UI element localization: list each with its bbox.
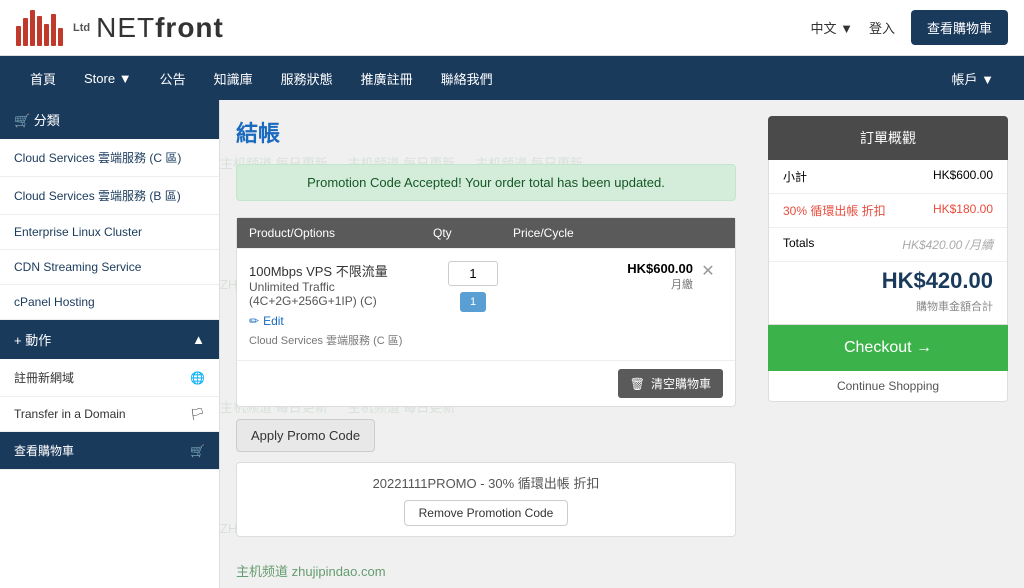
language-button[interactable]: 中文 ▼: [810, 18, 852, 37]
col-product: Product/Options: [249, 226, 433, 240]
globe-icon: 🌐: [190, 371, 205, 385]
discount-label: 30% 循環出帳 折扣: [783, 202, 886, 219]
nav-service-status[interactable]: 服務狀態: [267, 57, 347, 100]
page-title: 結帳: [236, 116, 736, 148]
sidebar-item-cdn[interactable]: CDN Streaming Service: [0, 250, 219, 285]
sidebar-category-header: 🛒 分類: [0, 100, 219, 139]
content-and-summary: 結帳 Promotion Code Accepted! Your order t…: [220, 100, 1024, 553]
col-price: Price/Cycle: [513, 226, 693, 240]
sidebar-view-cart[interactable]: 查看購物車 🛒: [0, 432, 219, 470]
trash-icon: 🗑: [630, 377, 645, 391]
content-wrapper: 主机频道 每日更新主机频道 每日更新主机频道 每日更新 ZHUJIPINDAO.…: [220, 100, 1024, 588]
cart-icon: 🛒: [190, 444, 205, 458]
price-cycle: 月繳: [671, 279, 693, 291]
sidebar-item-cloud-c[interactable]: Cloud Services 雲端服務 (C 區): [0, 139, 219, 177]
sidebar-transfer-domain[interactable]: Transfer in a Domain 🏳: [0, 397, 219, 432]
logo-text: NETfront: [96, 12, 224, 44]
register-domain-label: 註冊新網域: [14, 369, 74, 386]
logo-icon: [16, 10, 63, 46]
clear-cart-button[interactable]: 🗑 清空購物車: [618, 369, 723, 398]
order-summary: 訂單概觀 小計 HK$600.00 30% 循環出帳 折扣 HK$180.00 …: [768, 116, 1008, 537]
nav-account[interactable]: 帳戶 ▼: [938, 57, 1008, 100]
logo-bar: [30, 10, 35, 46]
order-table-header: Product/Options Qty Price/Cycle: [237, 218, 735, 248]
discount-value: HK$180.00: [933, 202, 993, 219]
remove-item-button[interactable]: ✕: [693, 261, 723, 281]
pencil-icon: ✏: [249, 314, 259, 328]
footer-text: 主机频道 zhujipindao.com: [236, 564, 386, 579]
main-content: 結帳 Promotion Code Accepted! Your order t…: [236, 116, 736, 537]
nav-announcements[interactable]: 公告: [146, 57, 200, 100]
price-area: HK$600.00 月繳: [513, 261, 693, 292]
product-sub2: (4C+2G+256G+1IP) (C): [249, 294, 433, 308]
totals-value: HK$420.00 /月續: [902, 236, 993, 253]
summary-header: 訂單概觀: [768, 116, 1008, 160]
logo-bar: [58, 28, 63, 46]
sidebar-actions-header: + 動作 ▲: [0, 320, 219, 359]
promo-applied-banner: 20221111PROMO - 30% 循環出帳 折扣 Remove Promo…: [236, 462, 736, 537]
summary-body: 小計 HK$600.00 30% 循環出帳 折扣 HK$180.00 Total…: [768, 160, 1008, 325]
price-value: HK$600.00: [627, 261, 693, 276]
footer-watermark: 主机频道 zhujipindao.com: [220, 553, 1024, 588]
totals-label: Totals: [783, 236, 814, 253]
product-sub1: Unlimited Traffic: [249, 280, 433, 294]
subtotal-label: 小計: [783, 168, 807, 185]
total-price: HK$420.00: [769, 262, 1007, 298]
sidebar-item-enterprise[interactable]: Enterprise Linux Cluster: [0, 215, 219, 250]
edit-label: Edit: [263, 314, 284, 328]
sidebar: 🛒 分類 Cloud Services 雲端服務 (C 區) Cloud Ser…: [0, 100, 220, 588]
nav-contact[interactable]: 聯絡我們: [427, 57, 507, 100]
apply-promo-button[interactable]: Apply Promo Code: [236, 419, 375, 452]
header: Ltd NETfront 中文 ▼ 登入 查看購物車: [0, 0, 1024, 56]
edit-link[interactable]: ✏ Edit: [249, 314, 433, 328]
summary-discount-row: 30% 循環出帳 折扣 HK$180.00: [769, 194, 1007, 228]
col-qty: Qty: [433, 226, 513, 240]
order-table: Product/Options Qty Price/Cycle 100Mbps …: [236, 217, 736, 407]
nav-store[interactable]: Store ▼: [70, 59, 146, 98]
cart-total-label: 購物車金額合計: [769, 298, 1007, 324]
actions-chevron: ▲: [192, 332, 205, 347]
actions-label: + 動作: [14, 330, 51, 349]
summary-totals-row: Totals HK$420.00 /月續: [769, 228, 1007, 262]
qty-input[interactable]: [448, 261, 498, 286]
logo-bar: [44, 24, 49, 46]
product-details: 100Mbps VPS 不限流量 Unlimited Traffic (4C+2…: [249, 261, 433, 348]
view-cart-label: 查看購物車: [14, 442, 74, 459]
sidebar-item-cloud-b[interactable]: Cloud Services 雲端服務 (B 區): [0, 177, 219, 215]
col-remove: [693, 226, 723, 240]
nav-promotions[interactable]: 推廣註冊: [347, 57, 427, 100]
flag-icon: 🏳: [190, 407, 205, 421]
checkout-button[interactable]: Checkout →: [768, 325, 1008, 371]
qty-area: 1: [433, 261, 513, 312]
summary-subtotal-row: 小計 HK$600.00: [769, 160, 1007, 194]
nav-home[interactable]: 首頁: [16, 57, 70, 100]
logo-bar: [16, 26, 21, 46]
logo-bar: [23, 18, 28, 46]
main-container: 🛒 分類 Cloud Services 雲端服務 (C 區) Cloud Ser…: [0, 100, 1024, 588]
navbar: 首頁 Store ▼ 公告 知識庫 服務狀態 推廣註冊 聯絡我們 帳戶 ▼: [0, 56, 1024, 100]
promo-code-text: 20221111PROMO - 30% 循環出帳 折扣: [373, 476, 600, 491]
transfer-domain-label: Transfer in a Domain: [14, 407, 126, 421]
promo-section: Apply Promo Code 20221111PROMO - 30% 循環出…: [236, 419, 736, 537]
logo-bar: [37, 16, 42, 46]
sidebar-item-cpanel[interactable]: cPanel Hosting: [0, 285, 219, 320]
product-name: 100Mbps VPS 不限流量: [249, 261, 433, 280]
sidebar-register-domain[interactable]: 註冊新網域 🌐: [0, 359, 219, 397]
remove-promo-button[interactable]: Remove Promotion Code: [404, 500, 569, 526]
header-right: 中文 ▼ 登入 查看購物車: [810, 10, 1008, 45]
update-button[interactable]: 1: [460, 292, 486, 312]
continue-shopping-link[interactable]: Continue Shopping: [768, 371, 1008, 402]
nav-knowledgebase[interactable]: 知識庫: [200, 57, 267, 100]
logo-bar: [51, 14, 56, 46]
login-button[interactable]: 登入: [869, 18, 895, 37]
promo-banner: Promotion Code Accepted! Your order tota…: [236, 164, 736, 201]
subtotal-value: HK$600.00: [933, 168, 993, 185]
cloud-service-tag: Cloud Services 雲端服務 (C 區): [249, 332, 433, 348]
logo-area: Ltd NETfront: [16, 10, 224, 46]
view-cart-button[interactable]: 查看購物車: [911, 10, 1008, 45]
clear-cart-label: 清空購物車: [651, 375, 711, 392]
clear-cart-row: 🗑 清空購物車: [237, 360, 735, 406]
table-row: 100Mbps VPS 不限流量 Unlimited Traffic (4C+2…: [237, 248, 735, 360]
logo-ltd: Ltd: [73, 22, 90, 34]
